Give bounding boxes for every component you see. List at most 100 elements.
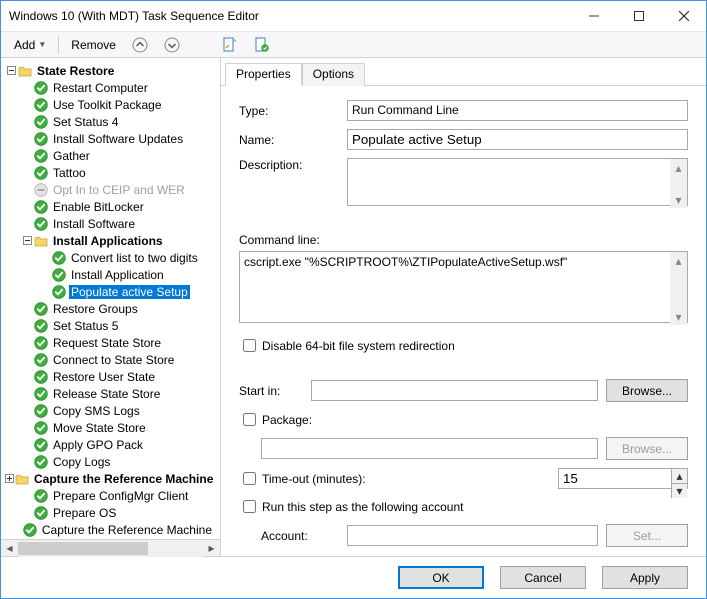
tree-node[interactable]: Apply GPO Pack (3, 436, 218, 453)
tree-pane: State RestoreRestart ComputerUse Toolkit… (1, 58, 221, 556)
name-input[interactable] (347, 129, 688, 150)
tree-node[interactable]: Opt In to CEIP and WER (3, 181, 218, 198)
disable-64bit-checkbox[interactable] (243, 339, 256, 352)
success-step-icon (23, 523, 37, 537)
success-step-icon (34, 98, 48, 112)
tree-node[interactable]: Prepare OS (3, 504, 218, 521)
timeout-spin-up[interactable]: ▴ (671, 469, 687, 484)
tree-node[interactable]: Set Status 4 (3, 113, 218, 130)
collapse-icon[interactable] (21, 235, 33, 247)
success-step-icon (34, 404, 48, 418)
tree-node-label: Prepare OS (51, 506, 118, 520)
tree-node-label: Capture the Reference Machine (40, 523, 214, 537)
apply-button[interactable]: Apply (602, 566, 688, 589)
tree-node[interactable]: Restore Groups (3, 300, 218, 317)
tree-node-label: Prepare ConfigMgr Client (51, 489, 190, 503)
tab-properties[interactable]: Properties (225, 63, 302, 86)
tree-node[interactable]: Convert list to two digits (3, 249, 218, 266)
minimize-button[interactable] (571, 1, 616, 31)
tree-node[interactable]: Request State Store (3, 334, 218, 351)
description-label: Description: (239, 158, 347, 172)
tree-node[interactable]: Capture the Reference Machine (3, 470, 218, 487)
tree-node[interactable]: Copy SMS Logs (3, 402, 218, 419)
runas-checkbox[interactable] (243, 500, 256, 513)
tree-node[interactable]: Release State Store (3, 385, 218, 402)
tree-node[interactable]: Install Applications (3, 232, 218, 249)
folder-icon (15, 472, 29, 486)
tree-node[interactable]: Tattoo (3, 164, 218, 181)
type-value: Run Command Line (347, 100, 688, 121)
tree-node[interactable]: Populate active Setup (3, 283, 218, 300)
tree-node[interactable]: Move State Store (3, 419, 218, 436)
toolbar-page2-button[interactable] (247, 34, 277, 56)
scroll-up-icon: ▴ (670, 252, 687, 269)
folder-icon (18, 64, 32, 78)
task-sequence-editor-window: Windows 10 (With MDT) Task Sequence Edit… (0, 0, 707, 599)
command-line-input[interactable]: cscript.exe "%SCRIPTROOT%\ZTIPopulateAct… (239, 251, 688, 323)
tree-node-label: Install Software (51, 217, 137, 231)
remove-label: Remove (71, 38, 116, 52)
tree-node[interactable]: Install Software (3, 215, 218, 232)
tree-node[interactable]: Capture the Reference Machine (3, 521, 218, 538)
move-down-button[interactable] (157, 34, 187, 56)
ok-button[interactable]: OK (398, 566, 484, 589)
tree-node[interactable]: Set Status 5 (3, 317, 218, 334)
task-sequence-tree[interactable]: State RestoreRestart ComputerUse Toolkit… (1, 58, 220, 539)
remove-button[interactable]: Remove (64, 35, 123, 55)
move-up-button[interactable] (125, 34, 155, 56)
runas-label: Run this step as the following account (262, 500, 463, 514)
timeout-input[interactable] (558, 468, 688, 489)
tree-node[interactable]: Enable BitLocker (3, 198, 218, 215)
description-scrollbar[interactable]: ▴ ▾ (670, 159, 687, 208)
tab-options[interactable]: Options (302, 63, 365, 86)
startin-browse-button[interactable]: Browse... (606, 379, 688, 402)
tree-node[interactable]: Install Application (3, 266, 218, 283)
package-input (261, 438, 598, 459)
tree-node[interactable]: State Restore (3, 62, 218, 79)
close-button[interactable] (661, 1, 706, 31)
window-title: Windows 10 (With MDT) Task Sequence Edit… (9, 9, 571, 23)
expand-icon[interactable] (5, 473, 14, 485)
tree-node[interactable]: Connect to State Store (3, 351, 218, 368)
cancel-button[interactable]: Cancel (500, 566, 586, 589)
disabled-step-icon (34, 183, 48, 197)
success-step-icon (34, 81, 48, 95)
tree-node-label: Populate active Setup (69, 285, 190, 299)
dropdown-caret-icon: ▼ (38, 40, 46, 49)
command-line-scrollbar[interactable]: ▴ ▾ (670, 252, 687, 325)
account-label: Account: (239, 529, 347, 543)
scroll-left-icon[interactable]: ◂ (1, 540, 18, 557)
collapse-icon[interactable] (5, 65, 17, 77)
tree-node-label: Opt In to CEIP and WER (51, 183, 187, 197)
tree-node[interactable]: Prepare ConfigMgr Client (3, 487, 218, 504)
success-step-icon (34, 370, 48, 384)
tree-node[interactable]: Install Software Updates (3, 130, 218, 147)
command-line-label: Command line: (239, 233, 688, 247)
tree-node[interactable]: Gather (3, 147, 218, 164)
page-check-icon (254, 37, 270, 53)
tree-node[interactable]: Restore User State (3, 368, 218, 385)
success-step-icon (34, 132, 48, 146)
tree-horizontal-scrollbar[interactable]: ◂ ▸ (1, 539, 220, 556)
tree-node-label: Gather (51, 149, 92, 163)
tree-node[interactable]: Restart Computer (3, 79, 218, 96)
scroll-right-icon[interactable]: ▸ (203, 540, 220, 557)
startin-input[interactable] (311, 380, 598, 401)
description-input[interactable] (347, 158, 688, 206)
timeout-spin-down[interactable]: ▾ (671, 484, 687, 498)
timeout-label: Time-out (minutes): (262, 472, 558, 486)
properties-pane: Properties Options Type: Run Command Lin… (221, 58, 706, 556)
timeout-checkbox[interactable] (243, 472, 256, 485)
add-button[interactable]: Add ▼ (7, 35, 53, 55)
toolbar-page1-button[interactable] (215, 34, 245, 56)
tree-node-label: Restore User State (51, 370, 157, 384)
tree-node[interactable]: Use Toolkit Package (3, 96, 218, 113)
tree-node[interactable]: Copy Logs (3, 453, 218, 470)
tree-node-label: Set Status 5 (51, 319, 120, 333)
success-step-icon (34, 302, 48, 316)
package-checkbox[interactable] (243, 413, 256, 426)
tree-node-label: Request State Store (51, 336, 163, 350)
scroll-up-icon: ▴ (670, 159, 687, 176)
maximize-button[interactable] (616, 1, 661, 31)
tree-node-label: Copy SMS Logs (51, 404, 142, 418)
